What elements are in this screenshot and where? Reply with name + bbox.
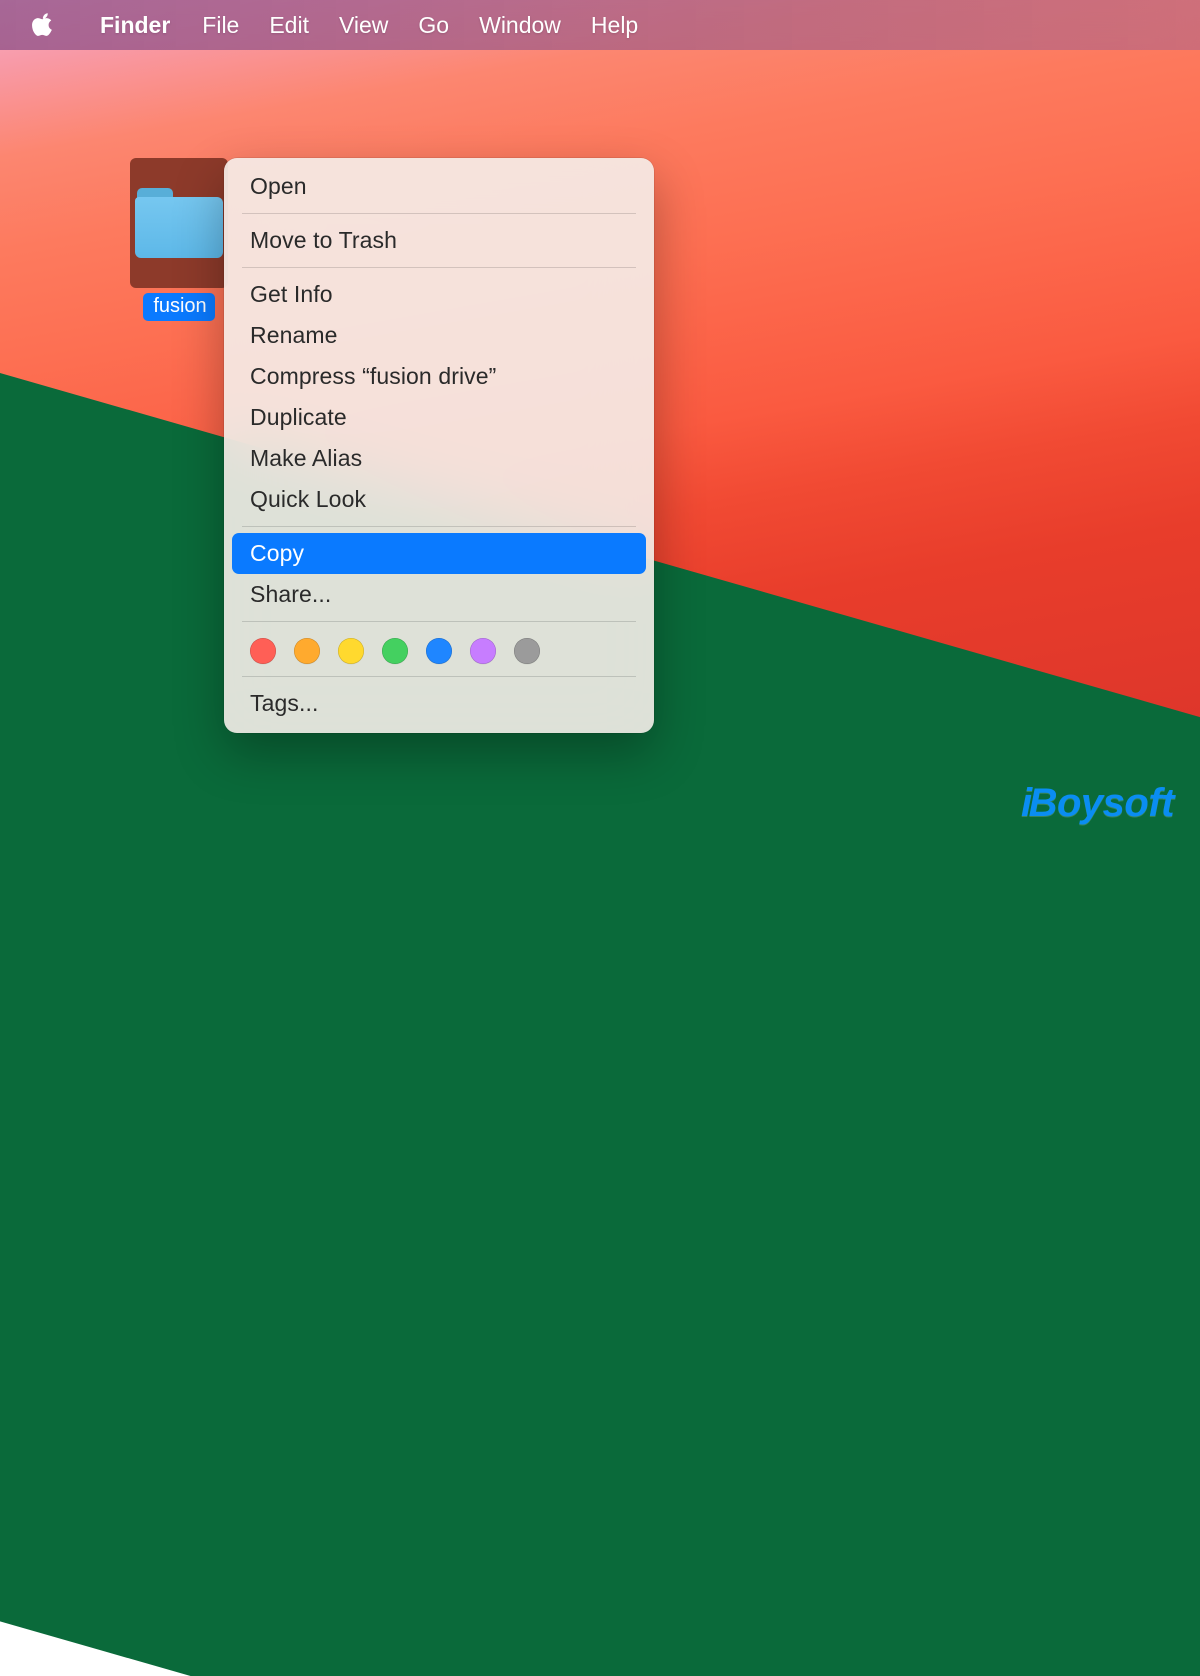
menubar-item-window[interactable]: Window <box>479 12 561 39</box>
context-menu-item-rename[interactable]: Rename <box>232 315 646 356</box>
folder-icon <box>135 188 223 258</box>
apple-logo-icon[interactable] <box>32 11 56 39</box>
tag-dot-yellow[interactable] <box>338 638 364 664</box>
context-menu-item-copy[interactable]: Copy <box>232 533 646 574</box>
menubar-item-go[interactable]: Go <box>418 12 449 39</box>
context-menu-separator <box>242 676 636 677</box>
context-menu-item-compress[interactable]: Compress “fusion drive” <box>232 356 646 397</box>
context-menu-item-tags[interactable]: Tags... <box>232 683 646 724</box>
menubar: Finder File Edit View Go Window Help <box>0 0 1200 50</box>
menubar-item-help[interactable]: Help <box>591 12 638 39</box>
context-menu-item-get-info[interactable]: Get Info <box>232 274 646 315</box>
watermark-iboysoft: iBoysoft <box>1021 781 1174 826</box>
tag-dot-purple[interactable] <box>470 638 496 664</box>
context-menu-item-move-to-trash[interactable]: Move to Trash <box>232 220 646 261</box>
menubar-item-view[interactable]: View <box>339 12 388 39</box>
desktop-folder-label[interactable]: fusion <box>143 293 214 321</box>
context-menu-separator <box>242 213 636 214</box>
context-menu-separator <box>242 526 636 527</box>
desktop-folder-fusion-drive[interactable]: fusion <box>130 158 228 321</box>
context-menu-item-make-alias[interactable]: Make Alias <box>232 438 646 479</box>
context-menu-item-duplicate[interactable]: Duplicate <box>232 397 646 438</box>
tag-dot-green[interactable] <box>382 638 408 664</box>
context-menu-item-quick-look[interactable]: Quick Look <box>232 479 646 520</box>
context-menu-item-share[interactable]: Share... <box>232 574 646 615</box>
context-menu-separator <box>242 621 636 622</box>
context-menu: Open Move to Trash Get Info Rename Compr… <box>224 158 654 733</box>
tag-dot-red[interactable] <box>250 638 276 664</box>
context-menu-tag-colors <box>232 628 646 670</box>
tag-dot-gray[interactable] <box>514 638 540 664</box>
folder-selection-well <box>130 158 228 288</box>
tag-dot-orange[interactable] <box>294 638 320 664</box>
menubar-item-file[interactable]: File <box>202 12 239 39</box>
context-menu-separator <box>242 267 636 268</box>
menubar-app-name[interactable]: Finder <box>100 12 170 39</box>
tag-dot-blue[interactable] <box>426 638 452 664</box>
menubar-item-edit[interactable]: Edit <box>269 12 309 39</box>
context-menu-item-open[interactable]: Open <box>232 166 646 207</box>
